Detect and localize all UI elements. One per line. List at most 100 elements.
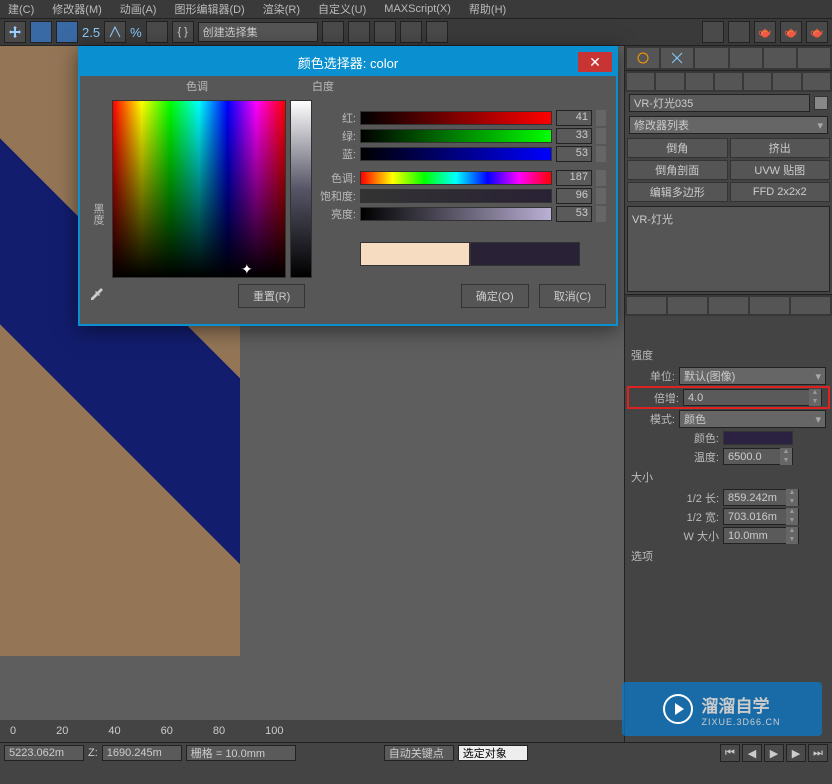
menu-graph[interactable]: 图形编辑器(D) [174,1,244,17]
red-spinner[interactable] [596,110,606,126]
mode-dropdown[interactable]: 颜色 [679,410,826,428]
create-tab-icon[interactable] [627,48,659,68]
val-value[interactable]: 53 [556,206,592,222]
val-slider[interactable] [360,207,552,221]
subtab-3[interactable] [686,73,713,90]
subtab-1[interactable] [627,73,654,90]
sat-spinner[interactable] [596,188,606,204]
mod-bevel-profile[interactable]: 倒角剖面 [627,160,728,180]
motion-tab-icon[interactable] [730,48,762,68]
utilities-tab-icon[interactable] [798,48,830,68]
angle-snap-icon[interactable] [104,21,126,43]
schematic-icon[interactable] [400,21,422,43]
selected-dropdown[interactable]: 选定对象 [458,745,528,761]
reset-button[interactable]: 重置(R) [238,284,305,308]
render-icon[interactable] [702,21,724,43]
teapot-icon-1[interactable]: 🫖 [754,21,776,43]
mod-bevel[interactable]: 倒角 [627,138,728,158]
half-width-spinner[interactable]: 703.016m▲▼ [723,508,799,525]
multiplier-spinner[interactable]: 4.0▲▼ [683,389,822,406]
next-frame-icon[interactable]: ▶ [786,744,806,762]
menu-animation[interactable]: 动画(A) [120,1,157,17]
selection-set-combo[interactable]: 创建选择集 [198,22,318,42]
ok-button[interactable]: 确定(O) [461,284,529,308]
w-size-spinner[interactable]: 10.0mm▲▼ [723,527,799,544]
render-setup-icon[interactable] [728,21,750,43]
subtab-5[interactable] [744,73,771,90]
mode-label: 模式: [631,411,675,427]
goto-start-icon[interactable]: ⏮ [720,744,740,762]
stack-unique-icon[interactable] [709,297,748,314]
eyedropper-icon[interactable] [90,287,108,305]
modify-tab-icon[interactable] [661,48,693,68]
menu-custom[interactable]: 自定义(U) [318,1,366,17]
subtab-7[interactable] [803,73,830,90]
color-field[interactable]: ✦ [112,100,286,278]
menu-modifier[interactable]: 修改器(M) [52,1,102,17]
red-value[interactable]: 41 [556,110,592,126]
hue-spinner[interactable] [596,170,606,186]
dialog-titlebar[interactable]: 颜色选择器: color ✕ [80,48,616,76]
half-length-spinner[interactable]: 859.242m▲▼ [723,489,799,506]
subtab-4[interactable] [715,73,742,90]
menu-create[interactable]: 建(C) [8,1,34,17]
subtab-6[interactable] [773,73,800,90]
object-name-input[interactable] [629,94,810,112]
play-icon[interactable]: ▶ [764,744,784,762]
autokey-button[interactable]: 自动关键点 [384,745,454,761]
layers-icon[interactable] [374,21,396,43]
menu-render[interactable]: 渲染(R) [263,1,300,17]
cancel-button[interactable]: 取消(C) [539,284,606,308]
blue-value[interactable]: 53 [556,146,592,162]
stack-remove-icon[interactable] [750,297,789,314]
spinner-icon[interactable] [146,21,168,43]
blue-spinner[interactable] [596,146,606,162]
object-color-swatch[interactable] [814,96,828,110]
move-tool-icon[interactable] [4,21,26,43]
sat-value[interactable]: 96 [556,188,592,204]
teapot-icon-2[interactable]: 🫖 [780,21,802,43]
display-tab-icon[interactable] [764,48,796,68]
size-section: 大小 [625,466,832,488]
mirror-icon[interactable] [322,21,344,43]
mod-edit-poly[interactable]: 编辑多边形 [627,182,728,202]
main-toolbar: 2.5 % { } 创建选择集 🫖 🫖 🫖 [0,18,832,46]
link-tool-icon[interactable] [30,21,52,43]
green-spinner[interactable] [596,128,606,144]
stack-config-icon[interactable] [791,297,830,314]
unit-dropdown[interactable]: 默认(图像) [679,367,826,385]
hierarchy-tab-icon[interactable] [695,48,727,68]
material-icon[interactable] [426,21,448,43]
green-value[interactable]: 33 [556,128,592,144]
sat-slider[interactable] [360,189,552,203]
whiteness-strip[interactable] [290,100,312,278]
menu-maxscript[interactable]: MAXScript(X) [384,3,451,15]
val-spinner[interactable] [596,206,606,222]
stack-pin-icon[interactable] [627,297,666,314]
unlink-tool-icon[interactable] [56,21,78,43]
light-color-swatch[interactable] [723,431,793,445]
bracket-icon[interactable]: { } [172,21,194,43]
close-button[interactable]: ✕ [578,52,612,72]
hue-slider[interactable] [360,171,552,185]
hue-value[interactable]: 187 [556,170,592,186]
subtab-2[interactable] [656,73,683,90]
modifier-list-dropdown[interactable]: 修改器列表 [629,116,828,134]
red-slider[interactable] [360,111,552,125]
teapot-icon-3[interactable]: 🫖 [806,21,828,43]
x-coord[interactable]: 5223.062m [4,745,84,761]
blue-slider[interactable] [360,147,552,161]
mod-ffd[interactable]: FFD 2x2x2 [730,182,831,202]
menu-help[interactable]: 帮助(H) [469,1,506,17]
temperature-spinner[interactable]: 6500.0▲▼ [723,448,793,465]
align-icon[interactable] [348,21,370,43]
mod-extrude[interactable]: 挤出 [730,138,831,158]
stack-show-icon[interactable] [668,297,707,314]
green-slider[interactable] [360,129,552,143]
time-ruler[interactable]: 0 20 40 60 80 100 [0,720,624,742]
prev-frame-icon[interactable]: ◀ [742,744,762,762]
goto-end-icon[interactable]: ⏭ [808,744,828,762]
mod-uvw[interactable]: UVW 贴图 [730,160,831,180]
z-coord[interactable]: 1690.245m [102,745,182,761]
modifier-stack[interactable]: VR-灯光 [627,206,830,292]
